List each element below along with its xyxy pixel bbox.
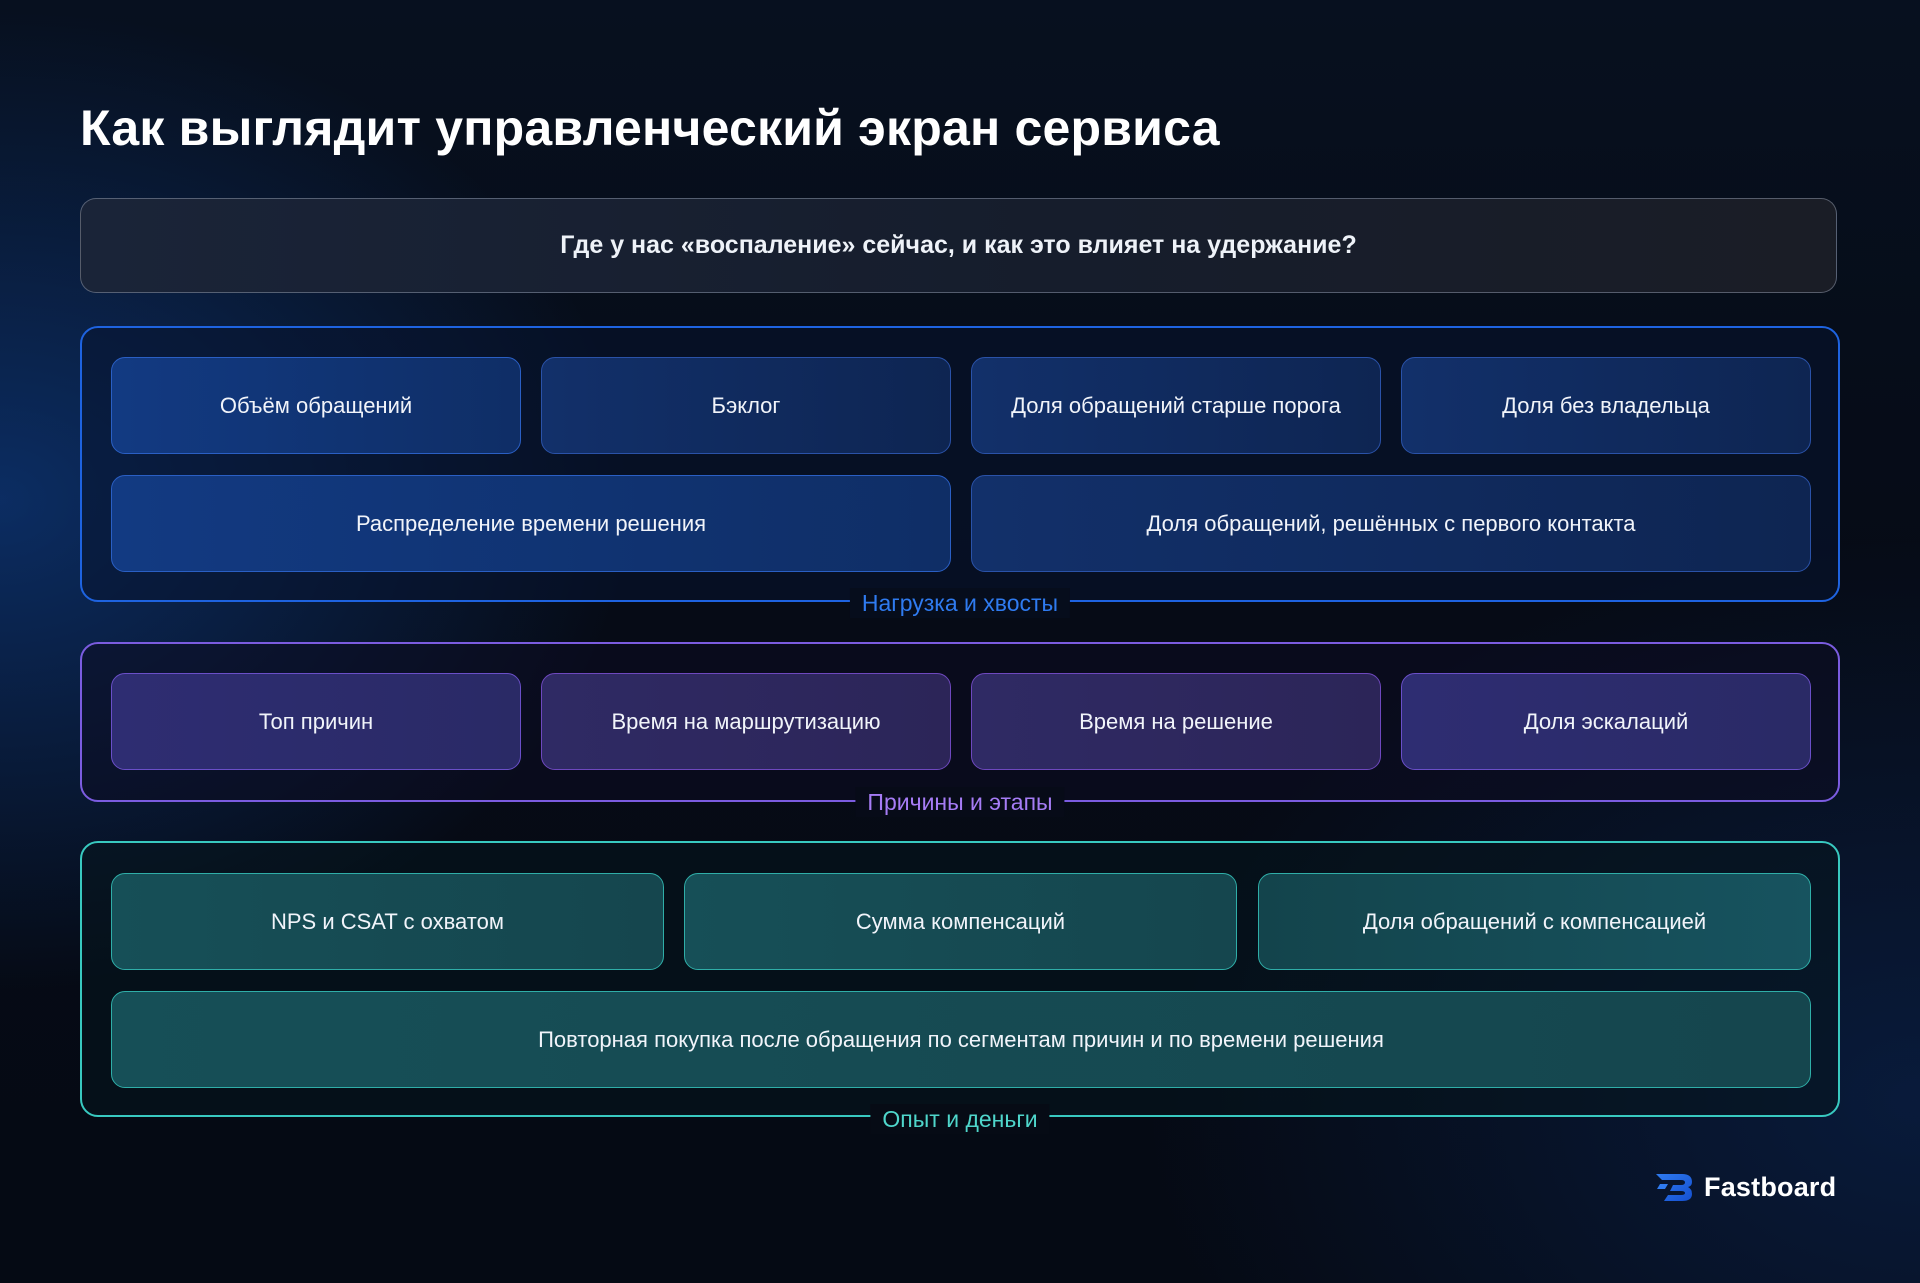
card-no-owner-share: Доля без владельца	[1401, 357, 1811, 454]
card-first-contact-resolution: Доля обращений, решённых с первого конта…	[971, 475, 1811, 572]
card-routing-time: Время на маршрутизацию	[541, 673, 951, 770]
card-repeat-purchase: Повторная покупка после обращения по сег…	[111, 991, 1811, 1088]
question-banner: Где у нас «воспаление» сейчас, и как это…	[80, 198, 1837, 293]
page-title: Как выглядит управленческий экран сервис…	[80, 100, 1220, 156]
card-backlog: Бэклог	[541, 357, 951, 454]
group-label-load: Нагрузка и хвосты	[849, 588, 1071, 618]
card-over-threshold-share: Доля обращений старше порога	[971, 357, 1381, 454]
card-resolution-time-distribution: Распределение времени решения	[111, 475, 951, 572]
group-label-experience: Опыт и деньги	[870, 1104, 1050, 1134]
card-compensation-share: Доля обращений с компенсацией	[1258, 873, 1811, 970]
group-causes: Топ причин Время на маршрутизацию Время …	[80, 642, 1840, 802]
card-ticket-volume: Объём обращений	[111, 357, 521, 454]
card-escalation-share: Доля эскалаций	[1401, 673, 1811, 770]
card-resolution-time: Время на решение	[971, 673, 1381, 770]
brand: Fastboard	[1654, 1170, 1836, 1204]
group-load: Объём обращений Бэклог Доля обращений ст…	[80, 326, 1840, 602]
card-compensation-sum: Сумма компенсаций	[684, 873, 1237, 970]
fastboard-logo-icon	[1656, 1174, 1692, 1201]
brand-name: Fastboard	[1704, 1171, 1837, 1202]
group-label-causes: Причины и этапы	[855, 787, 1065, 817]
card-nps-csat: NPS и CSAT с охватом	[111, 873, 664, 970]
card-top-causes: Топ причин	[111, 673, 521, 770]
group-experience: NPS и CSAT с охватом Сумма компенсаций Д…	[80, 841, 1840, 1117]
